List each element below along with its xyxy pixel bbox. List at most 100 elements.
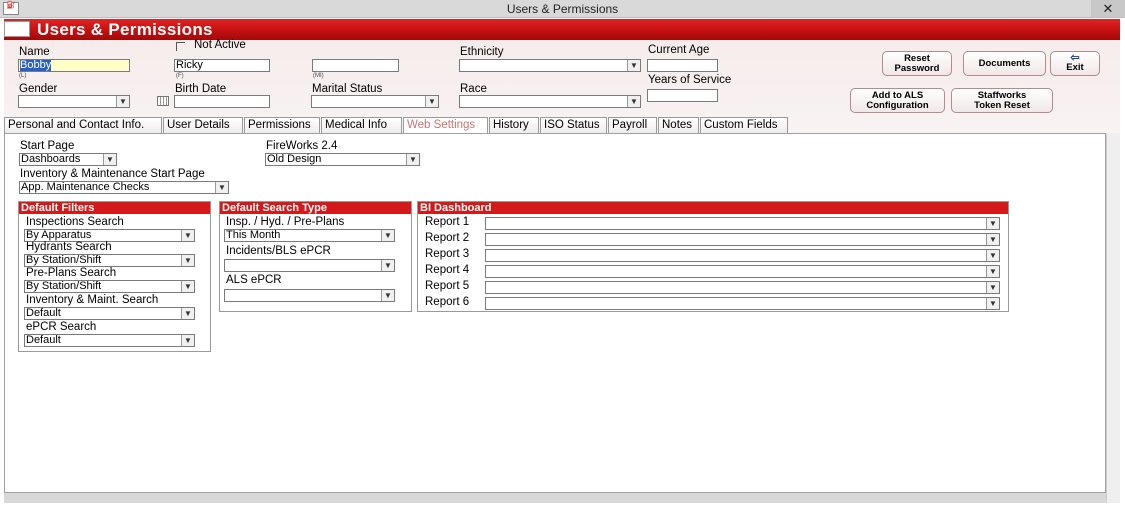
report-5-select[interactable]: ▼ bbox=[485, 281, 1000, 294]
staffworks-label-2: Token Reset bbox=[974, 99, 1030, 111]
chevron-down-icon: ▼ bbox=[425, 96, 438, 107]
gender-select[interactable]: ▼ bbox=[18, 95, 130, 108]
chevron-down-icon: ▼ bbox=[986, 234, 999, 245]
first-name-sub: (F) bbox=[176, 73, 184, 79]
report-2-label: Report 2 bbox=[425, 232, 470, 244]
inventory-start-select[interactable]: App. Maintenance Checks ▼ bbox=[19, 181, 229, 194]
ethnicity-select[interactable]: ▼ bbox=[459, 59, 641, 72]
start-page-value: Dashboards bbox=[21, 153, 81, 165]
report-1-select[interactable]: ▼ bbox=[485, 217, 1000, 230]
tab-payroll[interactable]: Payroll bbox=[608, 117, 657, 133]
chevron-down-icon: ▼ bbox=[381, 260, 394, 271]
chevron-down-icon: ▼ bbox=[627, 60, 640, 71]
incidents-bls-label: Incidents/BLS ePCR bbox=[226, 245, 331, 257]
chevron-down-icon: ▼ bbox=[103, 154, 116, 165]
inspections-search-label: Inspections Search bbox=[26, 216, 124, 228]
not-active-label: Not Active bbox=[194, 39, 246, 51]
fireworks-design-select[interactable]: Old Design ▼ bbox=[265, 153, 420, 166]
fireworks-value: Old Design bbox=[267, 153, 322, 165]
chevron-down-icon: ▼ bbox=[627, 96, 640, 107]
hydrants-search-select[interactable]: By Station/Shift ▼ bbox=[24, 254, 195, 267]
preplans-search-label: Pre-Plans Search bbox=[26, 267, 117, 279]
inventory-search-select[interactable]: Default ▼ bbox=[24, 307, 195, 320]
report-3-label: Report 3 bbox=[425, 248, 470, 260]
preplans-search-value: By Station/Shift bbox=[26, 280, 102, 292]
report-5-label: Report 5 bbox=[425, 280, 470, 292]
tab-personal-contact[interactable]: Personal and Contact Info. bbox=[4, 117, 162, 133]
als-epcr-label: ALS ePCR bbox=[226, 274, 282, 286]
fireworks-label: FireWorks 2.4 bbox=[266, 140, 338, 152]
exit-button[interactable]: ⇦ Exit bbox=[1050, 51, 1100, 76]
close-window-button[interactable]: ✕ bbox=[1091, 0, 1125, 17]
marital-status-label: Marital Status bbox=[312, 83, 383, 95]
years-service-field[interactable] bbox=[647, 89, 718, 102]
documents-label: Documents bbox=[978, 57, 1031, 69]
tab-custom-fields[interactable]: Custom Fields bbox=[700, 117, 788, 133]
current-age-field[interactable] bbox=[647, 59, 718, 72]
chevron-down-icon: ▼ bbox=[986, 298, 999, 309]
tab-medical-info[interactable]: Medical Info bbox=[321, 117, 402, 133]
add-to-als-button[interactable]: Add to ALS Configuration bbox=[850, 88, 945, 113]
chevron-down-icon: ▼ bbox=[181, 230, 194, 241]
default-search-type-header: Default Search Type bbox=[220, 202, 411, 214]
race-select[interactable]: ▼ bbox=[459, 95, 641, 108]
first-name-field[interactable]: Ricky bbox=[174, 59, 270, 72]
ethnicity-label: Ethnicity bbox=[460, 46, 504, 58]
middle-initial-sub: (MI) bbox=[313, 73, 324, 79]
start-page-select[interactable]: Dashboards ▼ bbox=[19, 153, 117, 166]
inventory-search-label: Inventory & Maint. Search bbox=[26, 294, 159, 306]
chevron-down-icon: ▼ bbox=[381, 290, 394, 301]
chevron-down-icon: ▼ bbox=[986, 266, 999, 277]
tab-web-settings[interactable]: Web Settings bbox=[403, 117, 488, 134]
name-label: Name bbox=[19, 46, 50, 58]
inspections-search-value: By Apparatus bbox=[26, 229, 92, 241]
staffworks-label-1: Staffworks bbox=[977, 89, 1027, 101]
preplans-search-select[interactable]: By Station/Shift ▼ bbox=[24, 280, 195, 293]
staffworks-token-reset-button[interactable]: Staffworks Token Reset bbox=[951, 88, 1053, 113]
gender-label: Gender bbox=[19, 83, 58, 95]
default-filters-header: Default Filters bbox=[19, 202, 210, 214]
chevron-down-icon: ▼ bbox=[116, 96, 129, 107]
tab-user-details[interactable]: User Details bbox=[163, 117, 243, 133]
insp-hyd-preplans-select[interactable]: This Month ▼ bbox=[224, 229, 395, 242]
middle-initial-field[interactable] bbox=[312, 59, 399, 72]
birth-date-field[interactable] bbox=[174, 95, 270, 108]
not-active-checkbox[interactable] bbox=[176, 42, 185, 51]
report-6-select[interactable]: ▼ bbox=[485, 297, 1000, 310]
tab-notes[interactable]: Notes bbox=[658, 117, 699, 133]
bi-dashboard-header: BI Dashboard bbox=[418, 202, 1008, 214]
documents-button[interactable]: Documents bbox=[963, 51, 1046, 76]
last-name-value: Bobby bbox=[20, 59, 52, 71]
epcr-search-select[interactable]: Default ▼ bbox=[24, 334, 195, 347]
marital-status-select[interactable]: ▼ bbox=[311, 95, 439, 108]
years-service-label: Years of Service bbox=[648, 74, 732, 86]
inventory-start-label: Inventory & Maintenance Start Page bbox=[20, 168, 205, 180]
reset-password-label-1: Reset bbox=[904, 52, 930, 64]
calendar-icon[interactable] bbox=[157, 96, 169, 106]
last-name-field[interactable]: Bobby bbox=[18, 59, 130, 72]
chevron-down-icon: ▼ bbox=[406, 154, 419, 165]
report-4-select[interactable]: ▼ bbox=[485, 265, 1000, 278]
window-title: Users & Permissions bbox=[506, 2, 619, 16]
chevron-down-icon: ▼ bbox=[986, 250, 999, 261]
inventory-start-value: App. Maintenance Checks bbox=[21, 181, 150, 193]
reset-password-button[interactable]: Reset Password bbox=[882, 51, 952, 76]
chevron-down-icon: ▼ bbox=[986, 218, 999, 229]
incidents-bls-select[interactable]: ▼ bbox=[224, 259, 395, 272]
tab-history[interactable]: History bbox=[489, 117, 539, 133]
race-label: Race bbox=[460, 83, 487, 95]
chevron-down-icon: ▼ bbox=[181, 308, 194, 319]
horizontal-scrollbar[interactable] bbox=[4, 493, 1106, 503]
insp-hyd-preplans-label: Insp. / Hyd. / Pre-Plans bbox=[226, 216, 345, 228]
tab-iso-status[interactable]: ISO Status bbox=[540, 117, 607, 133]
hydrants-search-label: Hydrants Search bbox=[26, 241, 112, 253]
reset-password-label-2: Password bbox=[894, 62, 940, 74]
vertical-scrollbar[interactable] bbox=[1106, 133, 1120, 503]
epcr-search-label: ePCR Search bbox=[26, 321, 97, 333]
tab-permissions[interactable]: Permissions bbox=[244, 117, 320, 133]
report-2-select[interactable]: ▼ bbox=[485, 233, 1000, 246]
add-als-label-1: Add to ALS bbox=[871, 89, 924, 101]
report-3-select[interactable]: ▼ bbox=[485, 249, 1000, 262]
als-epcr-select[interactable]: ▼ bbox=[224, 289, 395, 302]
report-6-label: Report 6 bbox=[425, 296, 470, 308]
